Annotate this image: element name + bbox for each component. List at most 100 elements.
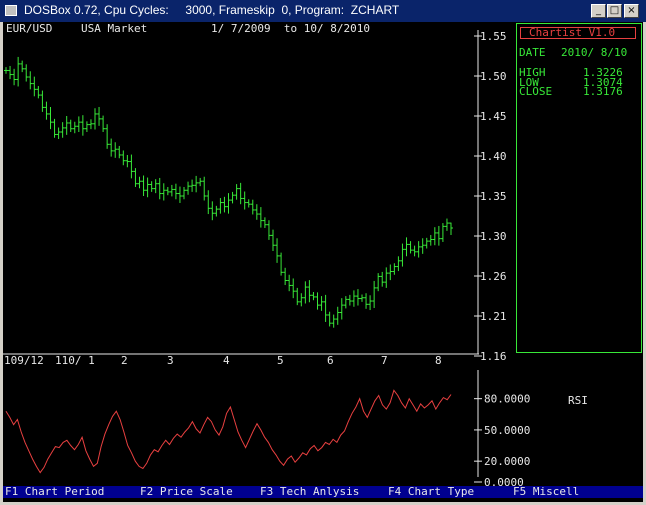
- price-bar: [48, 106, 53, 130]
- price-bar: [177, 186, 182, 203]
- price-bar: [339, 298, 344, 320]
- price-bar: [101, 115, 106, 132]
- dos-screen[interactable]: EUR/USD USA Market 1/ 7/2009 to 10/ 8/20…: [3, 22, 643, 502]
- price-bar: [206, 190, 211, 215]
- date-value: 2010/ 8/10: [561, 46, 628, 59]
- date-label: DATE: [519, 46, 546, 59]
- price-bar: [72, 121, 77, 134]
- price-bar: [283, 267, 288, 286]
- price-bar: [93, 108, 97, 130]
- price-bar: [149, 181, 154, 192]
- price-bar: [8, 65, 13, 80]
- price-bar: [319, 296, 324, 311]
- price-bar: [416, 241, 421, 258]
- price-bar: [24, 64, 29, 82]
- price-bar: [157, 177, 162, 200]
- price-bar: [327, 311, 332, 327]
- price-bar: [230, 191, 235, 204]
- price-bar: [303, 281, 308, 304]
- price-bar: [12, 68, 17, 86]
- date-tick-label: 110/ 1: [55, 354, 95, 367]
- price-bar: [262, 217, 267, 228]
- f5-miscell-key[interactable]: F5 Miscell: [513, 486, 579, 498]
- rsi-label: RSI: [568, 394, 588, 407]
- price-bar: [372, 280, 377, 308]
- price-tick-label: 1.26: [480, 270, 507, 283]
- f4-key-label: Chart Type: [407, 485, 475, 498]
- rsi-tick-label: 20.0000: [484, 455, 530, 468]
- date-tick-label: 109/12: [4, 354, 44, 367]
- price-bar: [60, 122, 65, 138]
- price-bar: [105, 124, 110, 149]
- price-bar: [335, 306, 340, 325]
- f2-price-scale-key[interactable]: F2 Price Scale: [140, 486, 233, 498]
- close-label: CLOSE: [519, 85, 553, 98]
- price-bar: [169, 184, 174, 197]
- f5-key-label: Miscell: [532, 485, 580, 498]
- price-bar: [404, 237, 409, 257]
- price-bar: [210, 201, 215, 221]
- dosbox-app-icon[interactable]: [5, 5, 17, 16]
- price-bar: [299, 293, 304, 307]
- price-bar: [392, 263, 397, 275]
- title-bar: DOSBox 0.72, Cpu Cycles: 3000, Frameskip…: [0, 0, 646, 22]
- price-bar: [291, 278, 296, 299]
- price-bar: [351, 290, 356, 307]
- price-bar: [84, 121, 89, 132]
- date-tick-label: 4: [223, 354, 230, 367]
- price-bar: [412, 245, 417, 257]
- price-bar: [449, 222, 453, 236]
- price-bar: [287, 274, 292, 292]
- price-bar: [226, 193, 231, 214]
- price-bar: [436, 225, 441, 246]
- price-bar: [323, 294, 328, 322]
- f3-key-label: Tech Anlysis: [279, 485, 360, 498]
- f1-chart-period-key[interactable]: F1 Chart Period: [5, 486, 104, 498]
- price-bar: [16, 56, 21, 87]
- price-bar: [64, 116, 69, 135]
- price-bar: [311, 292, 316, 301]
- f2-key-id: F2: [140, 485, 154, 498]
- f3-tech-analysis-key[interactable]: F3 Tech Anlysis: [260, 486, 359, 498]
- price-bar: [214, 205, 219, 217]
- price-bar: [279, 252, 284, 276]
- price-bar: [141, 175, 146, 196]
- price-bar: [153, 179, 158, 194]
- rsi-tick-label: 50.0000: [484, 424, 530, 437]
- price-bar: [368, 295, 373, 311]
- price-bar: [424, 237, 429, 249]
- price-bar: [4, 67, 8, 74]
- price-bar: [380, 271, 385, 287]
- price-bar: [190, 179, 195, 192]
- price-bar: [331, 314, 336, 328]
- close-value: 1.3176: [583, 85, 623, 98]
- rsi-tick-label: 80.0000: [484, 393, 530, 406]
- price-tick-label: 1.21: [480, 310, 507, 323]
- price-tick-label: 1.16: [480, 350, 507, 363]
- price-bar: [388, 264, 393, 281]
- info-panel: Chartist V1.0 DATE 2010/ 8/10 HIGH 1.322…: [516, 23, 642, 353]
- window-title: DOSBox 0.72, Cpu Cycles: 3000, Frameskip…: [24, 3, 400, 17]
- price-bar: [173, 183, 178, 200]
- rsi-axis-ticks: 80.000050.000020.00000.0000: [474, 393, 530, 486]
- f4-chart-type-key[interactable]: F4 Chart Type: [388, 486, 474, 498]
- price-bar: [364, 293, 369, 309]
- price-bar: [186, 181, 191, 195]
- price-bar: [376, 273, 381, 292]
- chartist-brand-box: Chartist V1.0: [520, 27, 636, 39]
- function-key-bar: F1 Chart Period F2 Price Scale F3 Tech A…: [3, 486, 643, 498]
- price-bar: [68, 119, 73, 132]
- price-bar: [113, 142, 118, 158]
- price-bar: [295, 287, 300, 306]
- price-bar: [250, 199, 255, 215]
- close-button[interactable]: ×: [624, 4, 639, 18]
- price-bar: [360, 294, 364, 302]
- price-bar: [343, 296, 348, 309]
- price-bar: [56, 127, 61, 139]
- minimize-button[interactable]: _: [591, 4, 606, 18]
- price-bar: [137, 176, 142, 189]
- price-bar: [129, 154, 134, 179]
- price-bar: [400, 243, 405, 267]
- maximize-button[interactable]: □: [607, 4, 622, 18]
- price-bar: [20, 60, 25, 73]
